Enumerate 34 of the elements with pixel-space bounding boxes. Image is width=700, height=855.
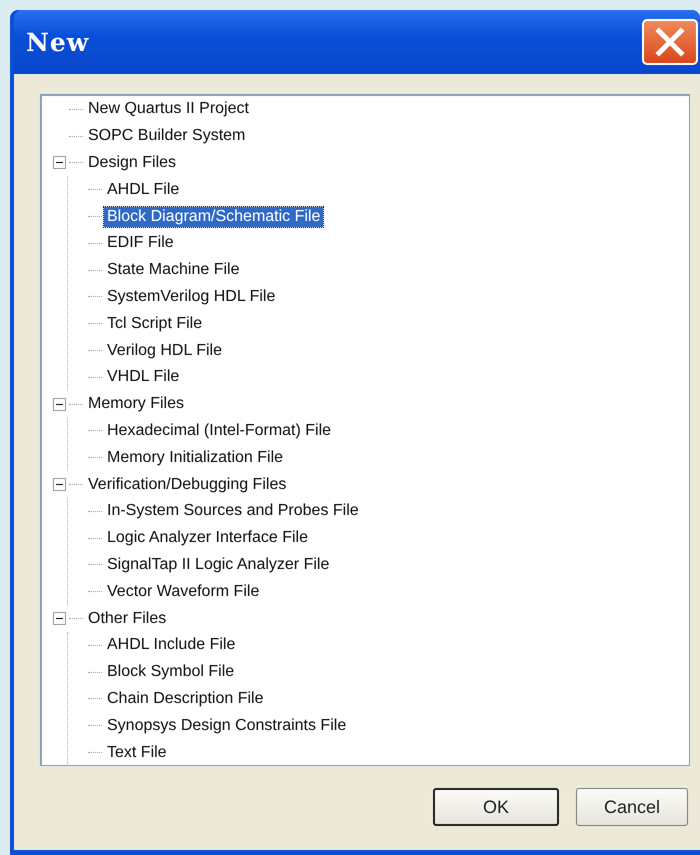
collapse-icon[interactable] [52,478,66,492]
window-title: New [26,28,90,56]
tree-item[interactable]: New Quartus II Project [85,99,252,120]
tree-item[interactable]: Other Files [85,608,170,629]
tree-item[interactable]: Tcl Script File [104,314,206,334]
tree-item[interactable]: EDIF File [104,233,177,254]
tree-item[interactable]: SOPC Builder System [85,126,248,146]
tree-item[interactable]: Memory Files [85,394,188,414]
tree-item[interactable]: VHDL File [104,367,182,388]
tree-item[interactable]: State Machine File [104,260,243,280]
tree-item[interactable]: Design Files [85,152,180,173]
tree-item[interactable]: Verification/Debugging Files [85,474,290,495]
collapse-icon[interactable] [52,156,66,170]
tree-item[interactable]: SignalTap II Logic Analyzer File [104,554,332,575]
tree-item[interactable]: Logic Analyzer Interface File [104,528,311,548]
tree-item[interactable]: SystemVerilog HDL File [104,286,278,307]
tree-item[interactable]: Text File [104,742,170,763]
tree-item[interactable]: Block Symbol File [104,662,238,682]
close-button[interactable] [642,19,698,65]
tree-item[interactable]: Chain Description File [104,688,267,709]
tree-item[interactable]: Block Diagram/Schematic File [104,206,324,227]
dialog-button[interactable]: Cancel [576,788,688,826]
dialog-button[interactable]: OK [433,788,559,826]
tree-item[interactable]: Memory Initialization File [104,448,286,468]
close-icon [655,27,685,57]
collapse-icon[interactable] [52,398,66,411]
tree-item[interactable]: Synopsys Design Constraints File [104,716,350,736]
tree-item[interactable]: AHDL File [104,180,182,200]
tree-item[interactable]: Hexadecimal (Intel-Format) File [104,420,334,441]
collapse-icon[interactable] [52,612,66,626]
tree-item[interactable]: In-System Sources and Probes File [104,501,362,522]
tree-item[interactable]: AHDL Include File [104,635,238,656]
tree-item[interactable]: Verilog HDL File [104,340,226,361]
tree-item[interactable]: Vector Waveform File [104,582,262,602]
